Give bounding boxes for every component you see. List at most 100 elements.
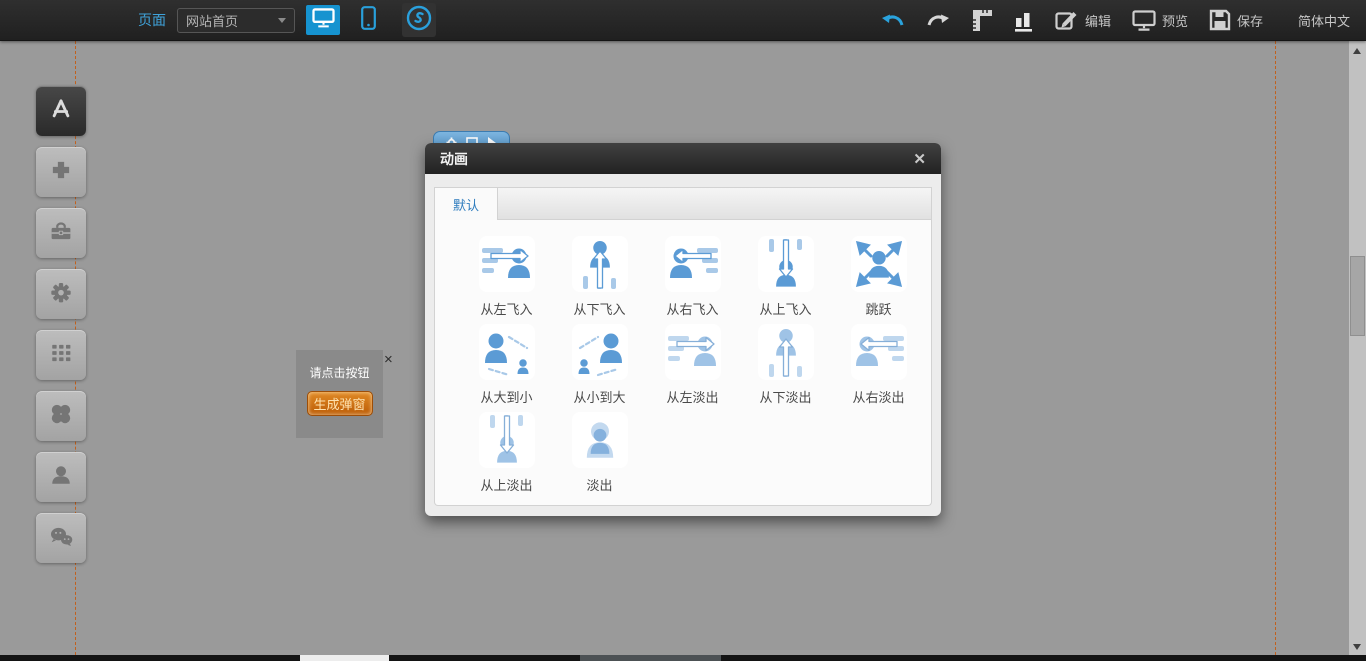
- wechat-icon: [46, 521, 76, 556]
- stats-icon[interactable]: [1014, 9, 1034, 32]
- desktop-view-button[interactable]: [306, 5, 340, 35]
- vertical-scrollbar[interactable]: [1349, 41, 1366, 661]
- generate-popup-button[interactable]: 生成弹窗: [307, 391, 373, 416]
- mobile-icon: [361, 6, 376, 35]
- animation-item-fly-top[interactable]: 从上飞入: [739, 236, 832, 318]
- language-selector[interactable]: 简体中文: [1298, 11, 1350, 30]
- animation-item-fade[interactable]: 淡出: [553, 412, 646, 494]
- desktop-icon: [312, 8, 335, 33]
- animation-label: 从上飞入: [759, 299, 811, 318]
- animation-label: 从小到大: [573, 387, 625, 406]
- left-toolbar: [36, 86, 86, 574]
- animation-label: 淡出: [586, 475, 612, 494]
- dialog-title: 动画: [440, 149, 468, 169]
- animation-item-jump[interactable]: 跳跃: [832, 236, 925, 318]
- animation-item-fade-top[interactable]: 从上淡出: [460, 412, 553, 494]
- plus-icon: [46, 155, 76, 190]
- animation-label: 从下淡出: [759, 387, 811, 406]
- animation-item-big-to-small[interactable]: 从大到小: [460, 324, 553, 406]
- save-button[interactable]: 保存: [1209, 9, 1263, 31]
- sidebar-item-user[interactable]: [36, 452, 86, 502]
- animation-label: 从左淡出: [666, 387, 718, 406]
- fly-left-icon: [479, 236, 535, 292]
- animation-item-fade-bottom[interactable]: 从下淡出: [739, 324, 832, 406]
- animation-label: 从上淡出: [480, 475, 532, 494]
- animation-item-fade-left[interactable]: 从左淡出: [646, 324, 739, 406]
- clover-icon: [46, 399, 76, 434]
- scroll-up-icon[interactable]: [1353, 48, 1361, 54]
- small-to-big-icon: [572, 324, 628, 380]
- jump-icon: [851, 236, 907, 292]
- animation-label: 跳跃: [865, 299, 891, 318]
- sidebar-item-wechat[interactable]: [36, 513, 86, 563]
- sidebar-item-modules[interactable]: [36, 330, 86, 380]
- mobile-view-button[interactable]: [351, 5, 385, 35]
- animation-label: 从左飞入: [480, 299, 532, 318]
- fly-right-icon: [665, 236, 721, 292]
- scroll-down-icon[interactable]: [1353, 644, 1361, 650]
- user-icon: [46, 460, 76, 495]
- big-to-small-icon: [479, 324, 535, 380]
- animation-item-small-to-big[interactable]: 从小到大: [553, 324, 646, 406]
- sidebar-item-apps[interactable]: [36, 391, 86, 441]
- chevron-down-icon: [278, 18, 286, 23]
- scrollbar-thumb[interactable]: [1350, 256, 1365, 336]
- edit-label: 编辑: [1085, 11, 1111, 30]
- bottom-edge-segment: [580, 655, 721, 661]
- preview-button[interactable]: 预览: [1132, 10, 1188, 31]
- dialog-body: 默认 从左飞入 从下飞入 从右飞入 从上飞入 跳跃从大到小 从小到大 从左淡出 从下淡出 从右淡…: [425, 174, 941, 516]
- sidebar-item-add[interactable]: [36, 147, 86, 197]
- page-dropdown-value: 网站首页: [186, 11, 238, 30]
- link-button[interactable]: [402, 3, 436, 37]
- page-guide-right: [1275, 41, 1276, 655]
- tab-default[interactable]: 默认: [434, 187, 498, 220]
- design-tools-icon: [46, 94, 76, 129]
- page-dropdown[interactable]: 网站首页: [177, 8, 295, 33]
- fly-bottom-icon: [572, 236, 628, 292]
- popup-widget[interactable]: 请点击按钮 生成弹窗: [296, 350, 383, 438]
- top-toolbar: 页面 网站首页 编辑: [0, 0, 1366, 41]
- app-window: 请点击按钮 生成弹窗 × 页面 网站首页: [0, 0, 1366, 661]
- animation-item-fade-right[interactable]: 从右淡出: [832, 324, 925, 406]
- sidebar-item-settings[interactable]: [36, 269, 86, 319]
- preview-label: 预览: [1162, 11, 1188, 30]
- animation-label: 从下飞入: [573, 299, 625, 318]
- fade-bottom-icon: [758, 324, 814, 380]
- fade-icon: [572, 412, 628, 468]
- undo-icon[interactable]: [881, 12, 905, 28]
- redo-icon[interactable]: [926, 12, 950, 28]
- popup-widget-text: 请点击按钮: [296, 364, 383, 381]
- edit-icon: [1055, 9, 1079, 31]
- fade-top-icon: [479, 412, 535, 468]
- animation-dialog: 动画 ✕ 默认 从左飞入 从下飞入 从右飞入 从上飞入 跳跃从大到小 从小到大 从左淡出 从下…: [425, 143, 941, 516]
- animation-item-fly-bottom[interactable]: 从下飞入: [553, 236, 646, 318]
- gear-icon: [46, 277, 76, 312]
- link-icon: [406, 5, 432, 36]
- animation-label: 从右飞入: [666, 299, 718, 318]
- popup-widget-close-icon[interactable]: ×: [384, 352, 393, 367]
- fade-right-icon: [851, 324, 907, 380]
- animation-item-fly-right[interactable]: 从右飞入: [646, 236, 739, 318]
- sidebar-item-toolbox[interactable]: [36, 208, 86, 258]
- save-icon: [1209, 9, 1231, 31]
- animation-item-fly-left[interactable]: 从左飞入: [460, 236, 553, 318]
- dialog-tabbar: 默认: [434, 187, 932, 220]
- sidebar-item-design[interactable]: [36, 86, 86, 136]
- grid-icon: [46, 338, 76, 373]
- dialog-header[interactable]: 动画 ✕: [425, 143, 941, 174]
- close-icon[interactable]: ✕: [913, 150, 926, 168]
- animation-label: 从大到小: [480, 387, 532, 406]
- toolbox-icon: [46, 216, 76, 251]
- save-label: 保存: [1237, 11, 1263, 30]
- fade-left-icon: [665, 324, 721, 380]
- tabbar-filler: [498, 187, 932, 220]
- bottom-edge-strip: [0, 655, 1366, 661]
- preview-monitor-icon: [1132, 10, 1156, 31]
- edit-button[interactable]: 编辑: [1055, 9, 1111, 31]
- bottom-edge-segment: [300, 655, 389, 661]
- ruler-icon[interactable]: [971, 8, 993, 32]
- page-label: 页面: [138, 10, 166, 30]
- fly-top-icon: [758, 236, 814, 292]
- animation-grid: 从左飞入 从下飞入 从右飞入 从上飞入 跳跃从大到小 从小到大 从左淡出 从下淡出 从右淡出从上…: [434, 220, 932, 506]
- animation-label: 从右淡出: [852, 387, 904, 406]
